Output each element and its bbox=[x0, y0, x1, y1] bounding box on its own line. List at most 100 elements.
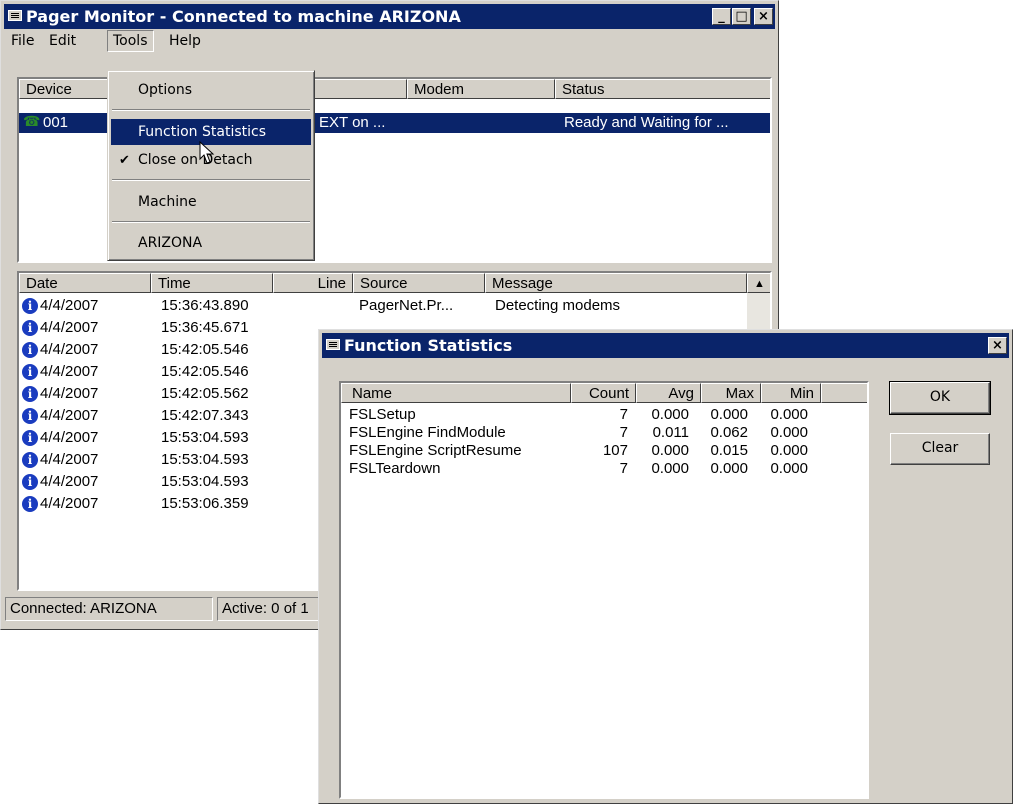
stat-name: FSLEngine ScriptResume bbox=[349, 442, 522, 459]
line-col-header[interactable]: Line bbox=[273, 273, 353, 293]
info-icon: i bbox=[22, 452, 38, 468]
stat-avg: 0.000 bbox=[651, 406, 689, 423]
menu-file[interactable]: File bbox=[6, 30, 39, 52]
log-message: Detecting modems bbox=[495, 297, 621, 314]
log-source: PagerNet.Pr... bbox=[359, 297, 454, 314]
log-time: 15:42:05.562 bbox=[161, 385, 249, 402]
menu-separator bbox=[112, 109, 310, 111]
stat-count: 7 bbox=[619, 424, 628, 441]
stat-max: 0.000 bbox=[710, 460, 748, 477]
mouse-cursor-icon bbox=[199, 141, 215, 164]
log-date: 4/4/2007 bbox=[40, 363, 99, 380]
device-modem-partial: EXT on ... bbox=[319, 114, 386, 131]
log-time: 15:42:05.546 bbox=[161, 363, 249, 380]
info-icon: i bbox=[22, 364, 38, 380]
source-col-header[interactable]: Source bbox=[353, 273, 485, 293]
info-icon: i bbox=[22, 386, 38, 402]
ok-button[interactable]: OK bbox=[889, 381, 991, 415]
stat-avg: 0.011 bbox=[652, 424, 689, 441]
maximize-icon: □ bbox=[735, 9, 748, 24]
stat-count: 107 bbox=[602, 442, 628, 459]
log-time: 15:53:04.593 bbox=[161, 429, 249, 446]
stat-name: FSLEngine FindModule bbox=[349, 424, 506, 441]
dialog-close-button[interactable]: × bbox=[988, 337, 1007, 354]
stat-min: 0.000 bbox=[770, 442, 808, 459]
name-col-header[interactable]: Name bbox=[341, 383, 571, 403]
message-col-header[interactable]: Message bbox=[485, 273, 747, 293]
info-icon: i bbox=[22, 474, 38, 490]
log-time: 15:36:45.671 bbox=[161, 319, 249, 336]
log-time: 15:53:06.359 bbox=[161, 495, 249, 512]
menu-edit[interactable]: Edit bbox=[44, 30, 81, 52]
log-date: 4/4/2007 bbox=[40, 429, 99, 446]
info-icon: i bbox=[22, 430, 38, 446]
menu-arizona[interactable]: ARIZONA bbox=[111, 230, 311, 256]
menu-separator bbox=[112, 179, 310, 181]
log-date: 4/4/2007 bbox=[40, 495, 99, 512]
log-time: 15:42:07.343 bbox=[161, 407, 249, 424]
menu-help[interactable]: Help bbox=[164, 30, 206, 52]
stats-row[interactable]: FSLEngine ScriptResume 107 0.000 0.015 0… bbox=[341, 442, 867, 460]
close-icon: × bbox=[758, 9, 769, 24]
menubar: File Edit Tools Help bbox=[4, 30, 775, 52]
info-icon: i bbox=[22, 496, 38, 512]
log-date: 4/4/2007 bbox=[40, 451, 99, 468]
menu-separator bbox=[112, 221, 310, 223]
log-date: 4/4/2007 bbox=[40, 319, 99, 336]
stat-min: 0.000 bbox=[770, 460, 808, 477]
scroll-up-button[interactable]: ▲ bbox=[747, 273, 770, 293]
modem-col-header[interactable]: Modem bbox=[407, 79, 555, 99]
empty-col-header[interactable] bbox=[821, 383, 867, 403]
info-icon: i bbox=[22, 298, 38, 314]
pager-app-icon bbox=[8, 10, 22, 21]
log-time: 15:36:43.890 bbox=[161, 297, 249, 314]
stat-max: 0.062 bbox=[710, 424, 748, 441]
min-col-header[interactable]: Min bbox=[761, 383, 821, 403]
date-col-header[interactable]: Date bbox=[19, 273, 151, 293]
function-statistics-dialog: Function Statistics × Name Count Avg Max… bbox=[318, 329, 1013, 804]
close-button[interactable]: × bbox=[754, 8, 773, 25]
minimize-button[interactable]: _ bbox=[712, 8, 731, 25]
stats-row[interactable]: FSLTeardown 7 0.000 0.000 0.000 bbox=[341, 460, 867, 478]
log-date: 4/4/2007 bbox=[40, 407, 99, 424]
info-icon: i bbox=[22, 342, 38, 358]
stats-list[interactable]: Name Count Avg Max Min FSLSetup 7 0.000 … bbox=[339, 381, 869, 799]
device-id: 001 bbox=[43, 114, 69, 131]
menu-machine[interactable]: Machine bbox=[111, 189, 311, 215]
dialog-title: Function Statistics bbox=[344, 336, 513, 355]
clear-button[interactable]: Clear bbox=[890, 433, 990, 465]
dialog-titlebar[interactable]: Function Statistics × bbox=[322, 333, 1009, 358]
pager-window-title: Pager Monitor - Connected to machine ARI… bbox=[26, 7, 461, 26]
log-time: 15:42:05.546 bbox=[161, 341, 249, 358]
log-time: 15:53:04.593 bbox=[161, 451, 249, 468]
dialog-app-icon bbox=[326, 339, 340, 350]
pager-titlebar[interactable]: Pager Monitor - Connected to machine ARI… bbox=[4, 4, 775, 29]
stats-row[interactable]: FSLEngine FindModule 7 0.011 0.062 0.000 bbox=[341, 424, 867, 442]
log-date: 4/4/2007 bbox=[40, 473, 99, 490]
device-status: Ready and Waiting for ... bbox=[564, 114, 729, 131]
phone-icon: ☎ bbox=[23, 113, 41, 129]
status-col-header[interactable]: Status bbox=[555, 79, 770, 99]
avg-col-header[interactable]: Avg bbox=[636, 383, 701, 403]
menu-tools[interactable]: Tools bbox=[107, 30, 154, 52]
time-col-header[interactable]: Time bbox=[151, 273, 273, 293]
minimize-icon: _ bbox=[718, 9, 725, 24]
stat-max: 0.000 bbox=[710, 406, 748, 423]
tools-dropdown-menu: Options Function Statistics ✔ Close on D… bbox=[107, 70, 315, 261]
stat-name: FSLTeardown bbox=[349, 460, 441, 477]
device-col-header[interactable]: Device bbox=[19, 79, 111, 99]
stat-count: 7 bbox=[619, 406, 628, 423]
stat-min: 0.000 bbox=[770, 424, 808, 441]
maximize-button[interactable]: □ bbox=[732, 8, 751, 25]
status-connected: Connected: ARIZONA bbox=[5, 597, 213, 621]
max-col-header[interactable]: Max bbox=[701, 383, 761, 403]
stat-avg: 0.000 bbox=[651, 460, 689, 477]
stats-row[interactable]: FSLSetup 7 0.000 0.000 0.000 bbox=[341, 406, 867, 424]
stat-avg: 0.000 bbox=[651, 442, 689, 459]
count-col-header[interactable]: Count bbox=[571, 383, 636, 403]
log-row[interactable]: i 4/4/2007 15:36:43.890 PagerNet.Pr... D… bbox=[19, 297, 747, 317]
menu-options[interactable]: Options bbox=[111, 77, 311, 103]
log-date: 4/4/2007 bbox=[40, 341, 99, 358]
log-time: 15:53:04.593 bbox=[161, 473, 249, 490]
stat-name: FSLSetup bbox=[349, 406, 416, 423]
